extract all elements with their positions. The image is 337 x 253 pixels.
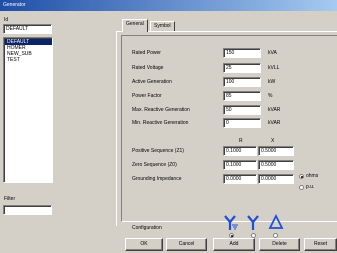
reset-button[interactable]: Reset [304,238,337,251]
field-label: Active Generation [132,79,172,85]
impedance-r-input[interactable] [223,160,257,170]
impedance-label: Zero Sequence (Z0) [132,162,177,168]
field-input[interactable] [223,105,261,115]
impedance-x-input[interactable] [258,174,294,184]
field-unit: kVLL [268,65,280,71]
impedance-r-input[interactable] [223,146,257,156]
filter-input[interactable] [3,205,52,215]
delta-icon[interactable] [268,214,284,230]
field-unit: kVAR [268,120,281,126]
field-input[interactable] [223,48,261,58]
window-title: Generator [3,2,26,8]
impedance-label: Positive Sequence (Z1) [132,148,184,154]
add-button[interactable]: Add [213,238,255,251]
tab-general[interactable]: General [122,19,148,32]
field-input[interactable] [223,77,261,87]
delete-button[interactable]: Delete [259,238,300,251]
field-label: Rated Voltage [132,65,164,71]
pu-label: p.u. [306,184,315,190]
id-label: Id [4,17,9,23]
impedance-x-input[interactable] [258,146,294,156]
field-label: Max. Reactive Generation [132,107,190,113]
field-label: Power Factor [132,93,162,99]
field-unit: kW [268,79,276,85]
title-bar: Generator [0,0,337,11]
pu-radio[interactable] [299,185,304,190]
generator-dialog: Generator Id DEFAULTHOMERNEW_SUBTEST Fil… [0,0,337,253]
field-label: Rated Power [132,50,161,56]
r-column-header: R [239,138,243,144]
ohms-label: ohms [306,173,319,179]
configuration-label: Configuration [132,225,162,231]
field-label: Min. Reactive Generation [132,120,189,126]
field-unit: kVA [268,50,277,56]
field-unit: kVAR [268,107,281,113]
field-input[interactable] [223,63,261,73]
impedance-label: Grounding Impedance [132,176,182,182]
ohms-radio[interactable] [299,174,304,179]
tab-panel [116,31,337,226]
field-input[interactable] [223,118,261,128]
wye-icon[interactable] [246,214,260,232]
generator-id-list[interactable]: DEFAULT HOMER NEW_SUB TEST [3,37,53,183]
field-unit: % [268,93,273,99]
id-field[interactable] [3,24,52,34]
x-column-header: X [271,138,275,144]
list-item[interactable]: TEST [5,57,52,63]
impedance-r-input[interactable] [223,174,257,184]
wye-grounded-icon[interactable] [223,214,239,232]
cancel-button[interactable]: Cancel [166,238,207,251]
ok-button[interactable]: OK [125,238,163,251]
filter-label: Filter [4,196,16,202]
impedance-x-input[interactable] [258,160,294,170]
field-input[interactable] [223,91,261,101]
